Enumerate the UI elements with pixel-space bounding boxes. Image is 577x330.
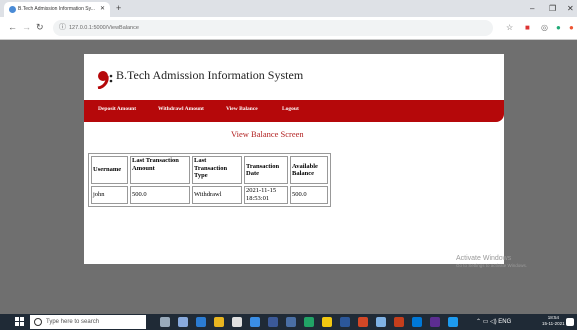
system-tray-icons[interactable]: ⌃ ▭ ◁) ENG [476, 318, 511, 325]
close-tab-icon[interactable]: ✕ [100, 2, 105, 17]
info-icon[interactable]: ⓘ [59, 20, 66, 36]
search-icon [34, 318, 42, 326]
app-icon[interactable] [268, 317, 278, 327]
menu-view-balance[interactable]: View Balance [226, 106, 258, 112]
powerpoint-icon[interactable] [358, 317, 368, 327]
star-icon[interactable]: ☆ [506, 21, 513, 34]
browser-tab-bar: B.Tech Admission Information Sy... ✕ + –… [0, 0, 577, 17]
app-icon[interactable] [394, 317, 404, 327]
app-icon[interactable] [286, 317, 296, 327]
column-header: Last Transaction Type [192, 156, 242, 184]
new-tab-button[interactable]: + [116, 2, 121, 15]
extension-icon[interactable]: ◎ [541, 21, 548, 34]
minimize-icon[interactable]: – [530, 2, 534, 15]
tab-title: B.Tech Admission Information Sy... [18, 6, 95, 12]
word-icon[interactable] [340, 317, 350, 327]
edge-icon[interactable] [196, 317, 206, 327]
close-window-icon[interactable]: ✕ [567, 2, 574, 15]
clock-date: 15-11-2021 [542, 321, 565, 326]
extension-icon[interactable]: ● [569, 21, 574, 34]
url-text: 127.0.0.1:5000/ViewBalance [69, 25, 139, 31]
app-icon[interactable] [430, 317, 440, 327]
page-viewport: B.Tech Admission Information System Depo… [0, 40, 577, 314]
table-cell: 2021-11-15 18:53:01 [244, 186, 288, 204]
taskbar-clock[interactable]: 18:54 15-11-2021 [542, 315, 565, 327]
extension-icon[interactable]: ■ [525, 21, 530, 34]
windows-start-icon[interactable] [15, 317, 25, 327]
balance-table: Username Last Transaction Amount Last Tr… [88, 153, 331, 207]
table-cell: 500.0 [290, 186, 328, 204]
watermark-title: Activate Windows [456, 255, 512, 262]
table-cell: 500.0 [130, 186, 190, 204]
store-icon[interactable] [232, 317, 242, 327]
profile-icon[interactable]: ● [556, 21, 561, 34]
table-cell: john [91, 186, 128, 204]
app-icon[interactable] [448, 317, 458, 327]
address-bar-row: ← → ↻ ⓘ 127.0.0.1:5000/ViewBalance ☆ ■ ◎… [0, 17, 577, 40]
taskbar: Type here to search ⌃ ▭ ◁) ENG 18:54 15-… [0, 314, 577, 330]
watermark-subtitle: Go to Settings to activate Windows. [456, 263, 528, 268]
reload-icon[interactable]: ↻ [36, 21, 44, 34]
activate-windows-watermark: Activate Windows Go to Settings to activ… [456, 254, 527, 269]
app-icon[interactable] [376, 317, 386, 327]
nav-menu: Deposit Amount Withdrawl Amount View Bal… [84, 100, 504, 122]
mail-icon[interactable] [250, 317, 260, 327]
menu-deposit-amount[interactable]: Deposit Amount [98, 106, 136, 112]
app-container: B.Tech Admission Information System Depo… [84, 54, 504, 264]
column-header: Last Transaction Amount [130, 156, 190, 184]
url-field[interactable]: ⓘ 127.0.0.1:5000/ViewBalance [53, 20, 493, 36]
microphone-icon[interactable] [160, 317, 170, 327]
screen-heading: View Balance Screen [231, 129, 304, 139]
table-cell: Withdrawl [192, 186, 242, 204]
chrome-icon[interactable] [322, 317, 332, 327]
search-placeholder: Type here to search [46, 319, 100, 325]
column-header: Available Balance [290, 156, 328, 184]
app-title: B.Tech Admission Information System [116, 68, 304, 82]
column-header: Username [91, 156, 128, 184]
app-icon[interactable] [304, 317, 314, 327]
back-icon[interactable]: ← [8, 21, 17, 34]
browser-tab[interactable]: B.Tech Admission Information Sy... ✕ [4, 2, 110, 17]
column-header: Transaction Date [244, 156, 288, 184]
table-row: john 500.0 Withdrawl 2021-11-15 18:53:01… [91, 186, 328, 204]
table-header-row: Username Last Transaction Amount Last Tr… [91, 156, 328, 184]
maximize-icon[interactable]: ❐ [549, 2, 556, 15]
taskbar-search-box[interactable]: Type here to search [30, 315, 146, 329]
globe-icon [9, 6, 16, 13]
menu-withdrawl-amount[interactable]: Withdrawl Amount [158, 106, 204, 112]
forward-icon[interactable]: → [22, 21, 31, 34]
menu-logout[interactable]: Logout [282, 106, 299, 112]
notification-icon[interactable] [566, 318, 574, 326]
app-icon[interactable] [412, 317, 422, 327]
task-view-icon[interactable] [178, 317, 188, 327]
file-explorer-icon[interactable] [214, 317, 224, 327]
